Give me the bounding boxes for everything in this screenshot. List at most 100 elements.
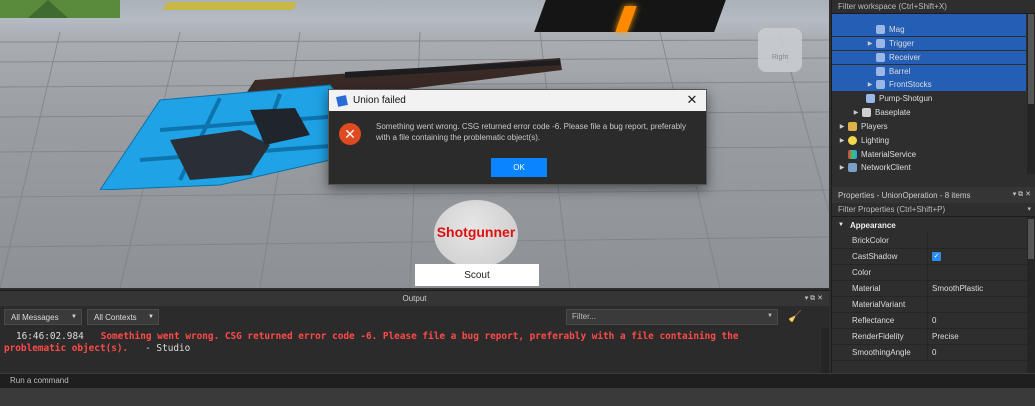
tree-item-frontstocks[interactable]: ▶ FrontStocks xyxy=(832,78,1026,91)
prop-name: SmoothingAngle xyxy=(832,345,928,360)
tree-item-trigger[interactable]: ▶ Trigger xyxy=(832,37,1026,50)
prop-row-renderfidelity[interactable]: RenderFidelity Precise xyxy=(832,329,1035,345)
output-filter-input[interactable]: Filter... ▼ xyxy=(566,309,778,325)
view-cube[interactable]: Right xyxy=(758,28,802,72)
tree-item-baseplate[interactable]: ▶ Baseplate xyxy=(832,106,1026,119)
tree-item-label: FrontStocks xyxy=(889,80,932,89)
properties-header: Properties - UnionOperation - 8 items ▾ … xyxy=(832,187,1035,203)
tree-item-barrel[interactable]: Barrel xyxy=(832,65,1026,78)
prop-row-reflectance[interactable]: Reflectance 0 xyxy=(832,313,1035,329)
tree-item-label: NetworkClient xyxy=(861,163,911,172)
status-bar xyxy=(0,388,1035,406)
output-scrollbar[interactable] xyxy=(821,328,829,373)
network-icon xyxy=(848,163,857,172)
prop-name: CastShadow xyxy=(832,249,928,264)
tree-item-materialservice[interactable]: MaterialService xyxy=(832,148,1026,161)
panel-controls-icon[interactable]: ▾ ⧉ ✕ xyxy=(805,291,823,306)
log-timestamp: 16:46:02.984 xyxy=(16,331,84,342)
character-label: Shotgunner xyxy=(436,224,516,240)
chevron-right-icon[interactable]: ▶ xyxy=(838,137,846,144)
command-bar-input[interactable]: Run a command xyxy=(0,373,1035,388)
tree-item-label: Pump-Shotgun xyxy=(879,94,933,103)
prop-name: Color xyxy=(832,265,928,280)
prop-name: BrickColor xyxy=(832,233,928,248)
model-icon xyxy=(876,53,885,62)
chevron-right-icon[interactable]: ▶ xyxy=(838,123,846,130)
prop-value[interactable] xyxy=(928,233,1035,248)
messages-filter-dropdown[interactable]: All Messages ▼ xyxy=(4,309,82,325)
contexts-filter-dropdown[interactable]: All Contexts ▼ xyxy=(87,309,159,325)
lightbulb-icon xyxy=(848,136,857,145)
prop-value[interactable]: Precise xyxy=(928,329,1035,344)
prop-name: RenderFidelity xyxy=(832,329,928,344)
viewport-3d[interactable]: Right Shotgunner Scout Union failed ✕ ✕ … xyxy=(0,0,829,288)
messages-filter-label: All Messages xyxy=(11,312,59,322)
prop-row-smoothingangle[interactable]: SmoothingAngle 0 xyxy=(832,345,1035,361)
properties-filter-input[interactable]: Filter Properties (Ctrl+Shift+P) ▾ xyxy=(832,203,1035,217)
chevron-down-icon[interactable]: ▼ xyxy=(838,222,844,228)
prop-row-castshadow[interactable]: CastShadow ✓ xyxy=(832,249,1035,265)
tree-item-label: Lighting xyxy=(861,136,890,145)
prop-name: Material xyxy=(832,281,928,296)
explorer-filter-input[interactable]: Filter workspace (Ctrl+Shift+X) xyxy=(832,0,1035,14)
roblox-studio-icon xyxy=(336,94,348,107)
close-icon[interactable]: ✕ xyxy=(684,92,700,108)
tree-item-mag[interactable]: Mag xyxy=(832,23,1026,36)
dialog-titlebar: Union failed ✕ xyxy=(329,90,706,111)
tree-item-label: Mag xyxy=(889,25,905,34)
section-appearance[interactable]: ▼ Appearance xyxy=(832,217,1035,233)
properties-filter-placeholder: Filter Properties (Ctrl+Shift+P) xyxy=(838,205,946,214)
players-icon xyxy=(848,122,857,131)
output-panel: Output ▾ ⧉ ✕ All Messages ▼ All Contexts… xyxy=(0,290,829,373)
tree-item-receiver[interactable]: Receiver xyxy=(832,51,1026,64)
clear-output-broom-icon[interactable]: 🧹 xyxy=(788,310,802,323)
log-source: - Studio xyxy=(145,343,191,354)
tree-item-players[interactable]: ▶ Players xyxy=(832,120,1026,133)
error-icon: ✕ xyxy=(339,123,361,145)
dialog-title: Union failed xyxy=(353,95,406,106)
model-icon xyxy=(876,25,885,34)
yellow-part xyxy=(162,2,298,10)
tree-item-networkclient[interactable]: ▶ NetworkClient xyxy=(832,161,1026,174)
properties-scrollbar[interactable] xyxy=(1027,217,1035,374)
chevron-down-icon[interactable]: ▾ xyxy=(1027,205,1031,213)
prop-value[interactable] xyxy=(928,297,1035,312)
chevron-right-icon[interactable]: ▶ xyxy=(838,164,846,171)
tree-item-label: Barrel xyxy=(889,67,911,76)
tree-item-label: MaterialService xyxy=(861,150,917,159)
contexts-filter-label: All Contexts xyxy=(94,312,137,322)
ok-button[interactable]: OK xyxy=(491,158,547,177)
castshadow-checkbox[interactable]: ✓ xyxy=(932,252,941,261)
prop-name: Reflectance xyxy=(832,313,928,328)
panel-controls-icon[interactable]: ▾ ⧉ ✕ xyxy=(1013,190,1031,199)
log-error-message: Something went wrong. CSG returned error… xyxy=(4,331,739,354)
tree-item-pump-shotgun[interactable]: Pump-Shotgun xyxy=(832,92,1026,105)
output-filter-placeholder: Filter... xyxy=(572,312,597,321)
model-icon xyxy=(876,80,885,89)
tree-item-lighting[interactable]: ▶ Lighting xyxy=(832,134,1026,147)
prop-row-materialvariant[interactable]: MaterialVariant xyxy=(832,297,1035,313)
prop-value[interactable]: SmoothPlastic xyxy=(928,281,1035,296)
prop-value[interactable]: 0 xyxy=(928,345,1035,360)
chevron-right-icon[interactable]: ▶ xyxy=(852,109,860,116)
part-icon xyxy=(862,108,871,117)
scout-button[interactable]: Scout xyxy=(415,264,539,286)
tree-item-partial[interactable] xyxy=(832,14,1026,23)
explorer-scrollbar[interactable] xyxy=(1027,14,1035,174)
union-failed-dialog: Union failed ✕ ✕ Something went wrong. C… xyxy=(328,89,707,185)
model-icon xyxy=(866,94,875,103)
model-icon xyxy=(876,39,885,48)
properties-panel: Properties - UnionOperation - 8 items ▾ … xyxy=(831,187,1035,374)
chevron-right-icon[interactable]: ▶ xyxy=(866,40,874,47)
chevron-right-icon[interactable]: ▶ xyxy=(866,81,874,88)
prop-row-color[interactable]: Color xyxy=(832,265,1035,281)
log-entry[interactable]: 16:46:02.984 Something went wrong. CSG r… xyxy=(4,331,804,355)
prop-row-brickcolor[interactable]: BrickColor xyxy=(832,233,1035,249)
chevron-down-icon[interactable]: ▼ xyxy=(767,313,773,319)
prop-value[interactable] xyxy=(928,265,1035,280)
prop-row-material[interactable]: Material SmoothPlastic xyxy=(832,281,1035,297)
tree-item-label: Baseplate xyxy=(875,108,911,117)
prop-name: MaterialVariant xyxy=(832,297,928,312)
prop-value[interactable]: 0 xyxy=(928,313,1035,328)
dialog-message: Something went wrong. CSG returned error… xyxy=(376,122,686,142)
